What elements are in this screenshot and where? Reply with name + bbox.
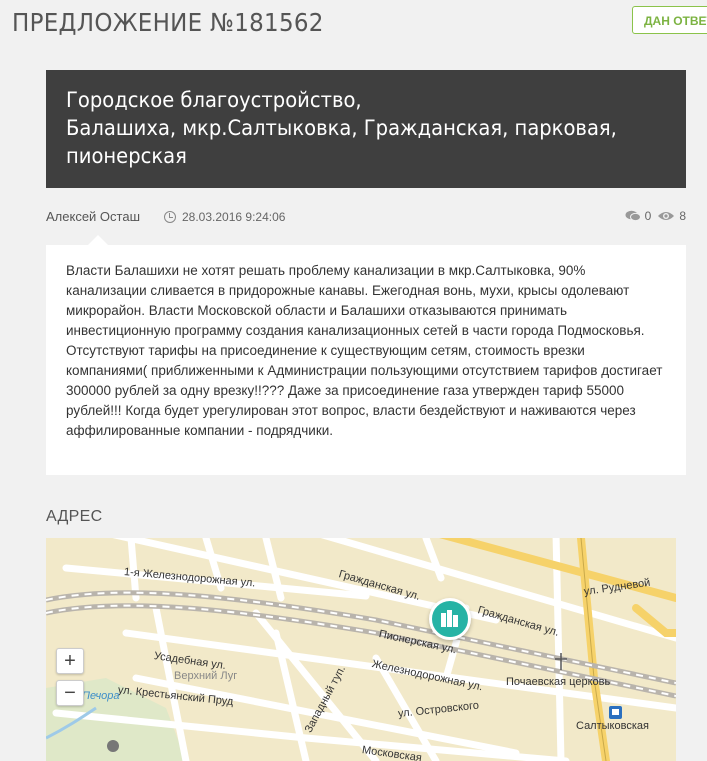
proposal-title: Городское благоустройство, Балашиха, мкр…: [66, 86, 624, 170]
proposal-text: Власти Балашихи не хотят решать проблему…: [66, 263, 663, 438]
proposal-title-line: Городское благоустройство,: [66, 88, 362, 112]
views-stat: 8: [657, 209, 686, 223]
proposal-title-line: Балашиха, мкр.Салтыковка, Гражданская, п…: [66, 116, 617, 140]
views-count: 8: [679, 209, 686, 223]
address-heading: АДРЕС: [46, 508, 103, 525]
comments-count: 0: [644, 209, 652, 223]
buildings-icon: [441, 610, 458, 627]
proposal-body: Власти Балашихи не хотят решать проблему…: [46, 235, 686, 475]
map-label: Салтыковская: [576, 720, 649, 732]
proposal-title-box: Городское благоустройство, Балашиха, мкр…: [46, 70, 686, 188]
author-name: Алексей Осташ: [46, 209, 141, 224]
map-label: Верхний Луг: [174, 670, 238, 682]
eye-icon: [658, 212, 675, 220]
proposal-title-line: пионерская: [66, 144, 187, 168]
page-title: ПРЕДЛОЖЕНИЕ №181562: [12, 8, 324, 37]
proposal-date: 28.03.2016 9:24:06: [182, 210, 286, 224]
status-badge: ДАН ОТВЕТ: [632, 6, 707, 34]
location-marker[interactable]: [429, 598, 471, 640]
zoom-out-button[interactable]: −: [56, 680, 84, 706]
map-label: Почаевская церковь: [506, 676, 611, 688]
proposal-stats: 0 8: [625, 209, 686, 223]
comments-stat[interactable]: 0: [625, 209, 652, 223]
zoom-in-button[interactable]: +: [56, 648, 84, 674]
address-map[interactable]: 1-я Железнодорожная ул. Гражданская ул. …: [46, 538, 676, 761]
comments-icon: [625, 210, 641, 222]
proposal-meta: Алексей Осташ 28.03.2016 9:24:06 0 8: [46, 208, 686, 226]
date-block: 28.03.2016 9:24:06: [164, 210, 285, 224]
clock-icon: [164, 211, 176, 223]
map-label: Печора: [82, 690, 120, 702]
